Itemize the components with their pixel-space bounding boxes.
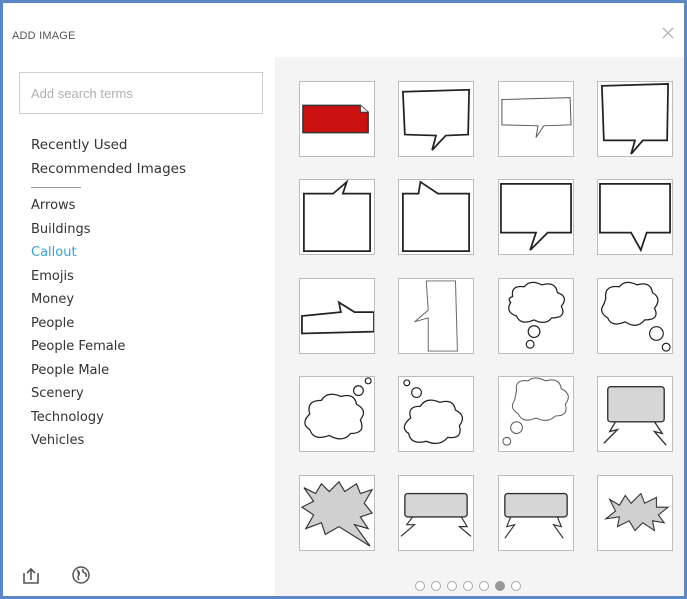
page-dot-1[interactable] — [415, 581, 425, 591]
image-tile-spiky-burst-small[interactable] — [597, 475, 673, 551]
category-divider — [31, 187, 81, 188]
category-emojis[interactable]: Emojis — [31, 269, 74, 284]
page-dot-5[interactable] — [479, 581, 489, 591]
upload-icon[interactable] — [21, 565, 41, 585]
image-tile-thought-cloud-top-right[interactable] — [299, 376, 375, 452]
search-input[interactable] — [19, 72, 263, 114]
page-dot-4[interactable] — [463, 581, 473, 591]
image-tile-gray-shout-wide[interactable] — [498, 475, 574, 551]
image-tile-bubble-tail-top-middle[interactable] — [398, 179, 474, 255]
image-tile-tall-bubble[interactable] — [398, 278, 474, 354]
category-people-male[interactable]: People Male — [31, 363, 109, 378]
category-recently-used[interactable]: Recently Used — [31, 137, 127, 153]
category-callout[interactable]: Callout — [31, 245, 77, 260]
image-tile-thought-cloud-bottom-left[interactable] — [498, 376, 574, 452]
category-vehicles[interactable]: Vehicles — [31, 433, 84, 448]
image-tile-bubble-tail-top-left[interactable] — [299, 179, 375, 255]
image-tile-gray-shout-bubble[interactable] — [597, 376, 673, 452]
page-dot-3[interactable] — [447, 581, 457, 591]
category-people[interactable]: People — [31, 316, 74, 331]
image-tile-wide-bubble-left[interactable] — [498, 179, 574, 255]
image-tile-thin-bubble[interactable] — [498, 81, 574, 157]
image-tile-arrow-banner[interactable] — [299, 278, 375, 354]
close-icon[interactable] — [658, 23, 678, 43]
image-tile-square-bubble[interactable] — [597, 81, 673, 157]
globe-icon[interactable] — [71, 565, 91, 585]
category-scenery[interactable]: Scenery — [31, 386, 84, 401]
category-money[interactable]: Money — [31, 292, 74, 307]
image-tile-red-banner[interactable] — [299, 81, 375, 157]
image-tile-speech-bubble[interactable] — [398, 81, 474, 157]
category-recommended-images[interactable]: Recommended Images — [31, 161, 186, 177]
category-technology[interactable]: Technology — [31, 410, 104, 425]
image-tile-spiky-burst[interactable] — [299, 475, 375, 551]
image-tile-wide-bubble-right[interactable] — [597, 179, 673, 255]
image-grid-panel — [275, 57, 684, 596]
image-tile-thought-cloud-right[interactable] — [597, 278, 673, 354]
category-people-female[interactable]: People Female — [31, 339, 125, 354]
category-sidebar: Recently Used Recommended Images Arrows … — [3, 57, 275, 596]
page-dot-7[interactable] — [511, 581, 521, 591]
image-tile-thought-cloud-top-left[interactable] — [398, 376, 474, 452]
category-arrows[interactable]: Arrows — [31, 198, 75, 213]
category-buildings[interactable]: Buildings — [31, 222, 91, 237]
page-dot-2[interactable] — [431, 581, 441, 591]
page-dot-6-current[interactable] — [495, 581, 505, 591]
dialog-title: ADD IMAGE — [12, 30, 76, 42]
image-tile-thought-cloud-bottom[interactable] — [498, 278, 574, 354]
image-tile-gray-shout-wide-left[interactable] — [398, 475, 474, 551]
pagination — [415, 581, 521, 593]
